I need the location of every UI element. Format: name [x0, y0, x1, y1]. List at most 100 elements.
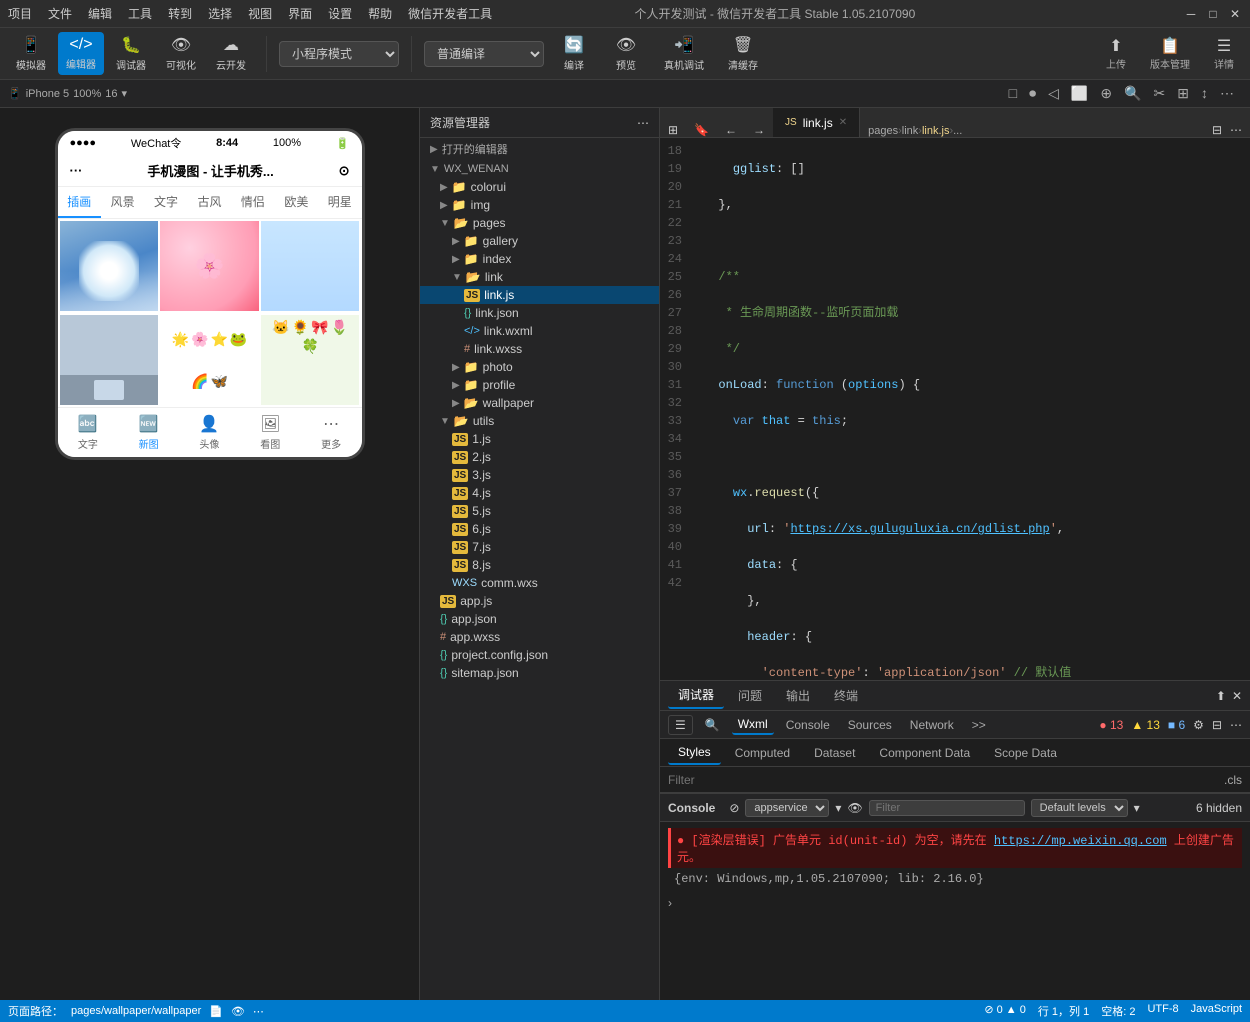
- folder-index[interactable]: ▶ 📁 index: [420, 250, 659, 268]
- console-service-select[interactable]: appservice: [745, 799, 829, 817]
- nav-back-icon[interactable]: ←: [717, 123, 745, 137]
- folder-gallery[interactable]: ▶ 📁 gallery: [420, 232, 659, 250]
- opened-editors-section[interactable]: ▶ 打开的编辑器: [420, 138, 659, 160]
- file-link-json[interactable]: {} link.json: [420, 304, 659, 322]
- nav-forward-icon[interactable]: →: [745, 123, 773, 137]
- tab-close-icon[interactable]: ✕: [839, 117, 847, 128]
- devtools-dock-icon[interactable]: ⊟: [1212, 718, 1222, 732]
- phone-tab-couple[interactable]: 情侣: [231, 187, 274, 218]
- folder-photo[interactable]: ▶ 📁 photo: [420, 358, 659, 376]
- phone-image-cell-2[interactable]: 🌸: [160, 221, 259, 311]
- phone-image-cell-4[interactable]: [60, 315, 159, 405]
- phone-nav-new[interactable]: 🆕 新图: [139, 414, 159, 451]
- console-clear-icon[interactable]: ⊘: [729, 801, 739, 815]
- explorer-more-icon[interactable]: ⋯: [637, 116, 649, 130]
- file-link-js[interactable]: JS link.js: [420, 286, 659, 304]
- devtools-tab-problems[interactable]: 问题: [728, 683, 772, 708]
- devtools-settings-icon[interactable]: ⚙: [1193, 718, 1204, 732]
- file-4js[interactable]: JS 4.js: [420, 484, 659, 502]
- phone-tab-western[interactable]: 欧美: [275, 187, 318, 218]
- file-projectconfig[interactable]: {} project.config.json: [420, 646, 659, 664]
- eye-icon[interactable]: 👁: [231, 1005, 245, 1018]
- menu-item-tools[interactable]: 工具: [128, 5, 152, 22]
- file-commwxs[interactable]: WXS comm.wxs: [420, 574, 659, 592]
- tabs-more-icon[interactable]: ⋯: [1230, 123, 1242, 137]
- menu-item-goto[interactable]: 转到: [168, 5, 192, 22]
- phone-nav-view[interactable]: 🖼 看图: [260, 414, 280, 451]
- preview-button[interactable]: 👁 预览: [604, 31, 648, 76]
- detail-button[interactable]: ☰ 详情: [1206, 32, 1242, 75]
- devtools-more-icon[interactable]: ⋯: [1230, 718, 1242, 732]
- file-appwxss[interactable]: # app.wxss: [420, 628, 659, 646]
- menu-item-wechat[interactable]: 微信开发者工具: [408, 5, 492, 22]
- more-icon[interactable]: ⋯: [1220, 85, 1234, 102]
- phone-image-cell-5[interactable]: 🌟 🌸 ⭐ 🐸 🌈 🦋: [160, 315, 259, 405]
- devtools-tab-output[interactable]: 输出: [776, 683, 820, 708]
- more-status-icon[interactable]: ⋯: [253, 1005, 264, 1018]
- phone-tab-ancient[interactable]: 古风: [188, 187, 231, 218]
- menu-item-interface[interactable]: 界面: [288, 5, 312, 22]
- menu-item-file[interactable]: 文件: [48, 5, 72, 22]
- phone-nav-more[interactable]: ⋯ 更多: [321, 414, 341, 451]
- dropdown-icon[interactable]: ▾: [122, 87, 128, 100]
- devtools-close-icon[interactable]: ✕: [1232, 689, 1242, 703]
- split-icon[interactable]: ⊟: [1212, 123, 1222, 137]
- file-2js[interactable]: JS 2.js: [420, 448, 659, 466]
- console-dropdown-icon[interactable]: ▾: [835, 801, 841, 815]
- file-sitemap[interactable]: {} sitemap.json: [420, 664, 659, 682]
- debugger-button[interactable]: 🐛 调试器: [108, 31, 154, 76]
- phone-image-cell-1[interactable]: [60, 221, 159, 311]
- real-machine-button[interactable]: 📲 真机调试: [656, 31, 712, 76]
- file-6js[interactable]: JS 6.js: [420, 520, 659, 538]
- folder-profile[interactable]: ▶ 📁 profile: [420, 376, 659, 394]
- devtools-inner-tab-console[interactable]: Console: [780, 716, 836, 734]
- devtools-tab-terminal[interactable]: 终端: [824, 683, 868, 708]
- upload-button[interactable]: ⬆ 上传: [1098, 32, 1134, 75]
- code-editor-area[interactable]: 18 19 20 21 22 23 24 25 26 27 28 29 30 3…: [660, 138, 1250, 680]
- devtools-inner-tab-wxml[interactable]: Wxml: [732, 715, 774, 735]
- folder-colorui[interactable]: ▶ 📁 colorui: [420, 178, 659, 196]
- back-btn[interactable]: ···: [70, 163, 83, 178]
- filter-input[interactable]: [668, 773, 1224, 787]
- menu-item-project[interactable]: 项目: [8, 5, 32, 22]
- clear-store-button[interactable]: 🗑 清缓存: [720, 31, 766, 76]
- simulator-button[interactable]: 📱 模拟器: [8, 31, 54, 76]
- copy-icon[interactable]: ⬜: [1071, 85, 1088, 102]
- back-icon[interactable]: ◁: [1048, 85, 1059, 102]
- menu-item-edit[interactable]: 编辑: [88, 5, 112, 22]
- devtools-inspect-icon[interactable]: 🔍: [699, 716, 726, 734]
- console-filter-input[interactable]: [869, 800, 1025, 816]
- editor-tab-linkjs[interactable]: JS link.js ✕: [773, 108, 860, 137]
- phone-image-cell-6[interactable]: 🐱 🌻 🎀 🌷 🍀: [261, 315, 360, 405]
- menu-item-settings[interactable]: 设置: [328, 5, 352, 22]
- devtools-more-tabs[interactable]: >>: [966, 716, 992, 734]
- search-icon[interactable]: 🔍: [1124, 85, 1141, 102]
- console-dropdown2-icon[interactable]: ▾: [1134, 801, 1140, 815]
- console-command-input[interactable]: [676, 896, 1242, 910]
- phone-frame-icon[interactable]: □: [1009, 85, 1017, 102]
- file-1js[interactable]: JS 1.js: [420, 430, 659, 448]
- error-link[interactable]: https://mp.weixin.qq.com: [994, 834, 1167, 848]
- devtools-menu-icon[interactable]: ☰: [668, 715, 693, 735]
- minimize-button[interactable]: ─: [1184, 7, 1198, 21]
- folder-img[interactable]: ▶ 📁 img: [420, 196, 659, 214]
- compile-select[interactable]: 普通编译: [424, 41, 544, 67]
- devtools-tab-debugger[interactable]: 调试器: [668, 682, 724, 709]
- folder-link[interactable]: ▼ 📂 link: [420, 268, 659, 286]
- bookmark-icon[interactable]: 🔖: [686, 123, 717, 137]
- phone-tab-text[interactable]: 文字: [144, 187, 187, 218]
- devtools-inner-tab-sources[interactable]: Sources: [842, 716, 898, 734]
- folder-utils[interactable]: ▼ 📂 utils: [420, 412, 659, 430]
- style-tab-styles[interactable]: Styles: [668, 741, 721, 765]
- sync-icon[interactable]: ↕: [1201, 85, 1208, 102]
- phone-nav-text[interactable]: 🔤 文字: [78, 414, 98, 451]
- file-8js[interactable]: JS 8.js: [420, 556, 659, 574]
- style-tab-computed[interactable]: Computed: [725, 742, 800, 764]
- console-eye-icon[interactable]: 👁: [847, 801, 862, 815]
- visualize-button[interactable]: 👁 可视化: [158, 31, 204, 76]
- cloud-button[interactable]: ☁ 云开发: [208, 31, 254, 76]
- devtools-inner-tab-network[interactable]: Network: [904, 716, 960, 734]
- style-tab-dataset[interactable]: Dataset: [804, 742, 865, 764]
- project-section[interactable]: ▼ WX_WENAN: [420, 160, 659, 178]
- file-3js[interactable]: JS 3.js: [420, 466, 659, 484]
